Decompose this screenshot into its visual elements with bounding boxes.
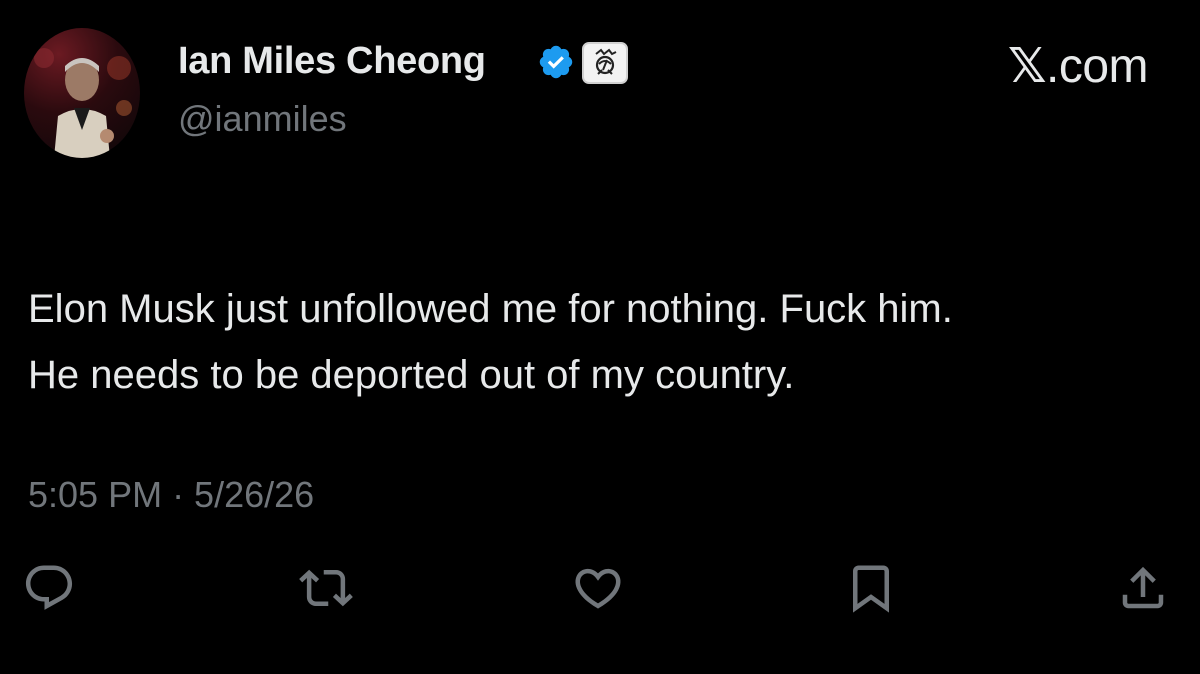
post-text-line: He needs to be deported out of my countr… [28,353,795,397]
like-icon [575,568,621,609]
post-text: Elon Musk just unfollowed me for nothing… [28,276,1178,408]
x-logo-icon: 𝕏 [1007,40,1047,93]
post-timestamp[interactable]: 5:05 PM · 5/26/26 [28,474,314,516]
like-button[interactable] [571,561,625,615]
reply-icon [25,565,73,610]
author-display-name[interactable]: Ian Miles Cheong [178,40,486,83]
share-button[interactable] [1116,561,1170,615]
bookmark-icon [853,565,889,613]
site-label: 𝕏.com [1007,38,1149,94]
site-domain-suffix: .com [1045,40,1149,93]
bookmark-button[interactable] [844,561,898,615]
author-avatar[interactable] [24,28,140,158]
share-icon [1122,566,1164,609]
repost-button[interactable] [299,561,353,615]
reply-button[interactable] [22,561,76,615]
affiliate-badge-icon[interactable] [582,42,628,84]
post-card: Ian Miles Cheong @ianmiles 𝕏.com Elon Mu… [0,0,1200,674]
post-text-line: Elon Musk just unfollowed me for nothing… [28,287,953,331]
author-handle[interactable]: @ianmiles [178,98,347,140]
verified-badge-icon [539,45,573,79]
repost-icon [299,569,353,607]
